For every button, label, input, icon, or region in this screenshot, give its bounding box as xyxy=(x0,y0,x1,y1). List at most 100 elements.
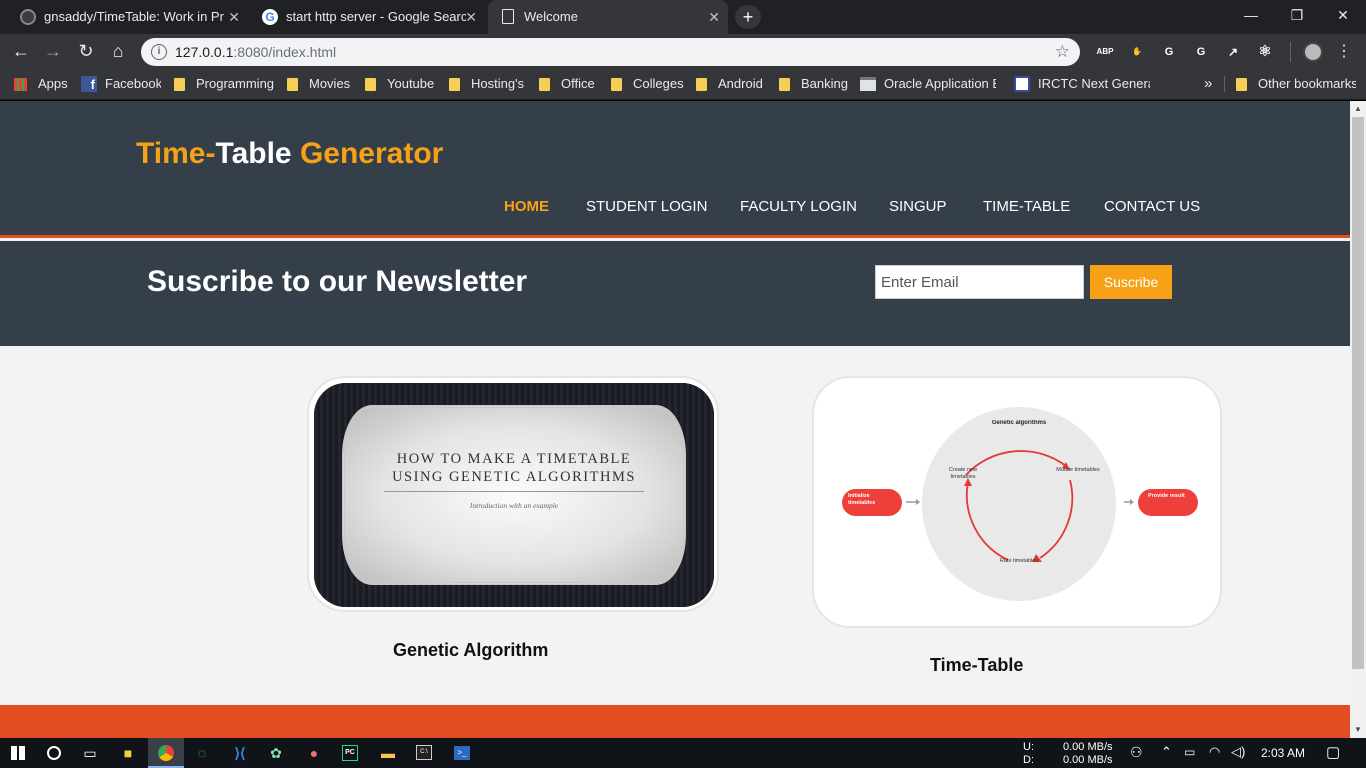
powershell-icon[interactable]: >_ xyxy=(444,738,480,768)
chrome-logo xyxy=(158,745,174,761)
bookmark-label: Banking xyxy=(801,76,848,91)
nav-faculty-login[interactable]: FACULTY LOGIN xyxy=(740,198,857,215)
genetic-algorithm-card[interactable]: HOW TO MAKE A TIMETABLE USING GENETIC AL… xyxy=(307,376,719,612)
bookmark-star-icon[interactable]: ☆ xyxy=(1055,38,1070,66)
newsletter-section: Suscribe to our Newsletter Suscribe xyxy=(0,241,1350,346)
reload-icon[interactable]: ↻ xyxy=(74,39,98,63)
bookmark-label: IRCTC Next Generatio xyxy=(1038,76,1150,91)
subscribe-button[interactable]: Suscribe xyxy=(1090,265,1172,299)
bookmark-hostings[interactable]: Hosting's xyxy=(449,68,525,100)
card-caption-time-table[interactable]: Time-Table xyxy=(930,655,1023,676)
bookmark-label: Programming xyxy=(196,76,274,91)
bookmark-label: Facebook xyxy=(105,76,161,91)
close-tab-icon[interactable]: ✕ xyxy=(708,0,720,34)
stop-icon[interactable]: ✋ xyxy=(1128,43,1146,61)
bookmark-apps[interactable]: Apps xyxy=(14,68,74,100)
loader-app-icon[interactable]: ◌ xyxy=(184,738,220,768)
url-text[interactable]: 127.0.0.1:8080/index.html xyxy=(175,38,336,66)
arrowhead xyxy=(916,499,920,505)
arrowhead xyxy=(1130,499,1134,505)
logo-part: Generator xyxy=(291,137,444,170)
nav-student-login[interactable]: STUDENT LOGIN xyxy=(586,198,707,215)
info-icon[interactable]: i xyxy=(151,44,167,60)
maximize-button[interactable]: ❐ xyxy=(1274,0,1320,32)
more-bookmarks-button[interactable]: » xyxy=(1204,68,1218,100)
task-view-icon[interactable]: ▭ xyxy=(72,738,108,768)
bookmark-oracle[interactable]: Oracle Application Ex xyxy=(860,68,1000,100)
profile-avatar[interactable] xyxy=(1303,42,1323,62)
bookmark-youtube[interactable]: Youtube xyxy=(365,68,435,100)
bookmark-programming[interactable]: Programming xyxy=(174,68,274,100)
tab-title: Welcome xyxy=(524,9,578,24)
google-translate-icon[interactable]: G xyxy=(1192,43,1210,61)
tab-github[interactable]: gnsaddy/TimeTable: Work in Prog ✕ xyxy=(8,0,248,34)
menu-kebab-icon[interactable]: ⋮ xyxy=(1336,41,1352,63)
people-icon[interactable]: ⚇ xyxy=(1130,744,1143,761)
windows-start-icon[interactable] xyxy=(0,738,36,768)
folder-icon xyxy=(287,78,298,91)
chevron-up-icon[interactable]: ⌃ xyxy=(1161,744,1172,760)
bookmark-banking[interactable]: Banking xyxy=(779,68,849,100)
tab-google-search[interactable]: G start http server - Google Search ✕ xyxy=(250,0,485,34)
nav-time-table[interactable]: TIME-TABLE xyxy=(983,198,1070,215)
bookmark-office[interactable]: Office xyxy=(539,68,599,100)
forward-arrow-icon[interactable]: → xyxy=(41,39,65,63)
vscode-icon[interactable]: ⟩⟨ xyxy=(222,738,258,768)
bookmark-irctc[interactable]: IRCTC Next Generatio xyxy=(1014,68,1154,100)
folder-icon xyxy=(779,78,790,91)
react-devtools-icon[interactable]: ⚛ xyxy=(1256,43,1274,61)
wifi-icon[interactable]: ◠ xyxy=(1209,744,1220,760)
bookmark-label: Colleges xyxy=(633,76,684,91)
volume-icon[interactable]: ◁) xyxy=(1231,744,1245,760)
scroll-up-icon[interactable]: ▲ xyxy=(1350,101,1366,117)
bookmark-label: Other bookmarks xyxy=(1258,76,1356,91)
arrow-extension-icon[interactable]: ↗ xyxy=(1224,43,1242,61)
facebook-icon: f xyxy=(81,76,97,92)
close-tab-icon[interactable]: ✕ xyxy=(228,0,240,34)
pycharm-icon[interactable]: PC xyxy=(332,738,368,768)
other-bookmarks[interactable]: Other bookmarks xyxy=(1236,68,1356,100)
bookmark-colleges[interactable]: Colleges xyxy=(611,68,685,100)
email-input[interactable] xyxy=(875,265,1084,299)
address-bar[interactable]: i 127.0.0.1:8080/index.html ☆ xyxy=(141,38,1080,66)
close-window-button[interactable]: ✕ xyxy=(1320,0,1366,32)
site-logo[interactable]: Time-Table Generator xyxy=(136,137,443,171)
home-icon[interactable]: ⌂ xyxy=(106,39,130,63)
diagram-mutate-label: Mutate timetables xyxy=(1056,467,1100,473)
notifications-icon[interactable]: ▢ xyxy=(1326,743,1340,761)
grammarly-icon[interactable]: G xyxy=(1160,43,1178,61)
battery-icon[interactable]: ▭ xyxy=(1184,745,1195,759)
file-explorer-icon[interactable]: ▬ xyxy=(370,738,406,768)
nav-contact-us[interactable]: CONTACT US xyxy=(1104,198,1200,215)
card-caption-genetic-algorithm[interactable]: Genetic Algorithm xyxy=(393,640,548,661)
app-icon[interactable]: ✿ xyxy=(258,738,294,768)
time-table-card[interactable]: Genetic algorithms Create new timetables… xyxy=(812,376,1222,628)
adblock-plus-icon[interactable]: ABP xyxy=(1096,43,1114,61)
bookmark-movies[interactable]: Movies xyxy=(287,68,352,100)
logo-part: Time- xyxy=(136,137,216,170)
slide-image: HOW TO MAKE A TIMETABLE USING GENETIC AL… xyxy=(314,383,714,607)
folder-icon xyxy=(611,78,622,91)
bookmark-label: Android xyxy=(718,76,763,91)
clock-time[interactable]: 2:03 AM xyxy=(1261,746,1305,760)
minimize-button[interactable]: — xyxy=(1228,0,1274,32)
back-arrow-icon[interactable]: ← xyxy=(9,39,33,63)
scroll-down-icon[interactable]: ▼ xyxy=(1350,722,1366,738)
page-scrollbar[interactable]: ▲ ▼ xyxy=(1350,101,1366,738)
slide-title-line2: USING GENETIC ALGORITHMS xyxy=(392,469,636,485)
scrollbar-thumb[interactable] xyxy=(1352,117,1364,669)
command-prompt-icon[interactable]: C:\ xyxy=(406,738,442,768)
sticky-notes-icon[interactable]: ■ xyxy=(110,738,146,768)
diagram-rate-label: Rate timetables xyxy=(999,558,1039,564)
bookmark-android[interactable]: Android xyxy=(696,68,766,100)
cortana-search-icon[interactable] xyxy=(36,738,72,768)
nav-signup[interactable]: SINGUP xyxy=(889,198,947,215)
nav-home[interactable]: HOME xyxy=(504,198,549,215)
new-tab-button[interactable]: + xyxy=(735,5,761,29)
close-tab-icon[interactable]: ✕ xyxy=(465,0,477,34)
folder-icon xyxy=(1236,78,1247,91)
brain-app-icon[interactable]: ● xyxy=(296,738,332,768)
tab-welcome[interactable]: Welcome ✕ xyxy=(488,0,728,34)
chrome-taskbar-icon[interactable] xyxy=(148,738,184,768)
bookmark-facebook[interactable]: f Facebook xyxy=(81,68,161,100)
